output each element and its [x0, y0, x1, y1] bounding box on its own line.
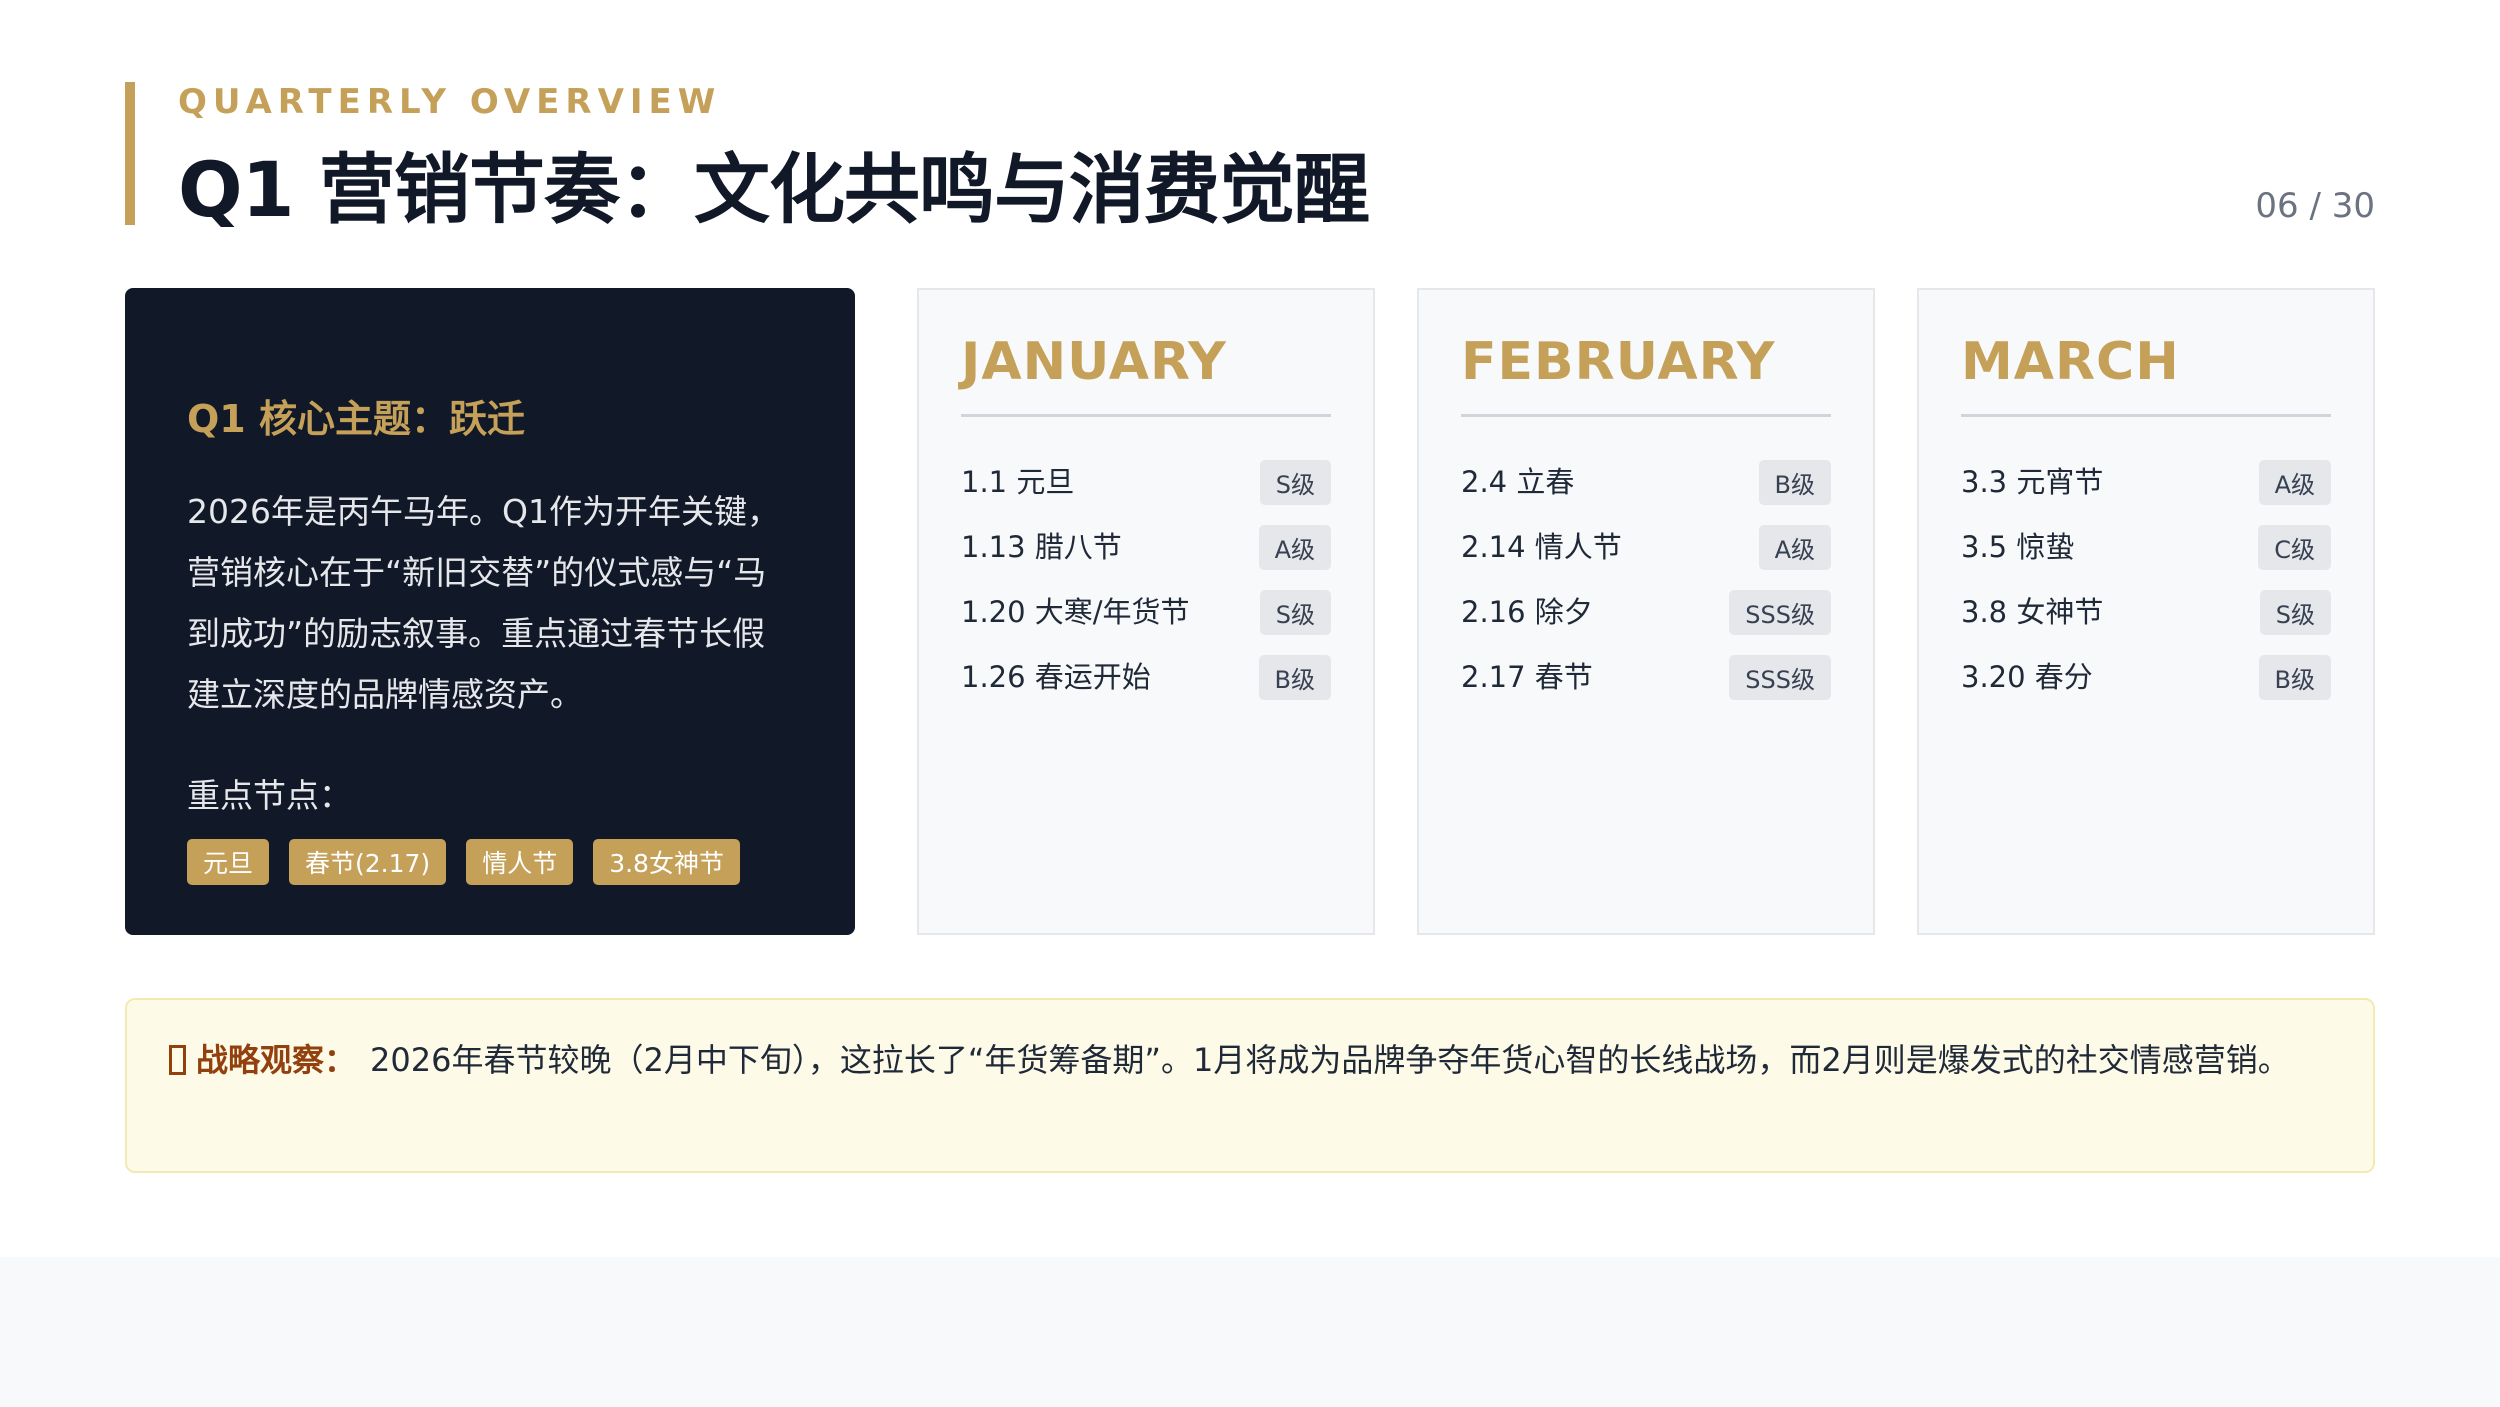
lightbulb-icon — [169, 1045, 186, 1075]
event-row: 2.14 情人节 A级 — [1461, 512, 1831, 577]
grade-badge: B级 — [1258, 655, 1331, 700]
grade-badge: S级 — [1259, 460, 1331, 505]
event-row: 1.20 大寒/年货节 S级 — [961, 577, 1331, 642]
grade-badge: SSS级 — [1729, 590, 1831, 635]
page-title: Q1 营销节奏：文化共鸣与消费觉醒 — [178, 145, 1370, 234]
month-title: JANUARY — [961, 332, 1331, 417]
event-row: 2.16 除夕 SSS级 — [1461, 577, 1831, 642]
grade-badge: A级 — [2258, 460, 2331, 505]
core-theme-description: 2026年是丙午马年。Q1作为开年关键，营销核心在于“新旧交替”的仪式感与“马到… — [187, 492, 780, 714]
core-theme-card: Q1 核心主题：跃迁 2026年是丙午马年。Q1作为开年关键，营销核心在于“新旧… — [125, 288, 855, 935]
event-row: 3.5 惊蛰 C级 — [1961, 512, 2331, 577]
key-node-tag: 元旦 — [187, 839, 270, 885]
event-name: 3.8 女神节 — [1961, 594, 2104, 629]
event-name: 1.20 大寒/年货节 — [961, 594, 1190, 629]
event-name: 2.16 除夕 — [1461, 594, 1593, 629]
slide: QUARTERLY OVERVIEW Q1 营销节奏：文化共鸣与消费觉醒 06 … — [0, 0, 2500, 1257]
grade-badge: C级 — [2258, 525, 2331, 570]
month-card-march: MARCH 3.3 元宵节 A级 3.5 惊蛰 C级 3.8 女神节 S级 3.… — [1917, 288, 2375, 935]
footer-band — [0, 1257, 2500, 1407]
event-name: 2.17 春节 — [1461, 659, 1593, 694]
key-node-tag: 春节(2.17) — [289, 839, 447, 885]
core-theme-title: Q1 核心主题：跃迁 — [187, 397, 525, 441]
insight-label: 战略观察： — [196, 1041, 357, 1079]
insight-text: 2026年春节较晚（2月中下旬），这拉长了“年货筹备期”。1月将成为品牌争夺年货… — [370, 1041, 2290, 1079]
event-row: 1.13 腊八节 A级 — [961, 512, 1331, 577]
key-node-tag: 3.8女神节 — [593, 839, 740, 885]
event-name: 1.1 元旦 — [961, 464, 1075, 499]
strategy-insight-box: 战略观察： 2026年春节较晚（2月中下旬），这拉长了“年货筹备期”。1月将成为品… — [125, 998, 2375, 1173]
event-name: 2.4 立春 — [1461, 464, 1575, 499]
key-nodes-tags: 元旦 春节(2.17) 情人节 3.8女神节 — [187, 839, 793, 885]
grade-badge: A级 — [1258, 525, 1331, 570]
event-row: 3.20 春分 B级 — [1961, 642, 2331, 707]
event-row: 1.1 元旦 S级 — [961, 447, 1331, 512]
page-number: 06 / 30 — [2255, 186, 2375, 226]
grade-badge: B级 — [2258, 655, 2331, 700]
event-name: 3.3 元宵节 — [1961, 464, 2104, 499]
event-name: 2.14 情人节 — [1461, 529, 1622, 564]
month-card-february: FEBRUARY 2.4 立春 B级 2.14 情人节 A级 2.16 除夕 S… — [1417, 288, 1875, 935]
grade-badge: SSS级 — [1729, 655, 1831, 700]
grade-badge: A级 — [1758, 525, 1831, 570]
month-card-january: JANUARY 1.1 元旦 S级 1.13 腊八节 A级 1.20 大寒/年货… — [917, 288, 1375, 935]
event-name: 3.5 惊蛰 — [1961, 529, 2075, 564]
event-row: 3.8 女神节 S级 — [1961, 577, 2331, 642]
event-row: 3.3 元宵节 A级 — [1961, 447, 2331, 512]
key-nodes-label: 重点节点： — [187, 776, 352, 815]
event-row: 1.26 春运开始 B级 — [961, 642, 1331, 707]
grade-badge: S级 — [2259, 590, 2331, 635]
event-name: 1.13 腊八节 — [961, 529, 1122, 564]
title-accent-bar — [125, 82, 135, 225]
grade-badge: B级 — [1758, 460, 1831, 505]
eyebrow-label: QUARTERLY OVERVIEW — [178, 82, 722, 122]
event-row: 2.17 春节 SSS级 — [1461, 642, 1831, 707]
event-row: 2.4 立春 B级 — [1461, 447, 1831, 512]
key-node-tag: 情人节 — [466, 839, 574, 885]
grade-badge: S级 — [1259, 590, 1331, 635]
event-name: 1.26 春运开始 — [961, 659, 1151, 694]
month-title: FEBRUARY — [1461, 332, 1831, 417]
month-title: MARCH — [1961, 332, 2331, 417]
event-name: 3.20 春分 — [1961, 659, 2093, 694]
